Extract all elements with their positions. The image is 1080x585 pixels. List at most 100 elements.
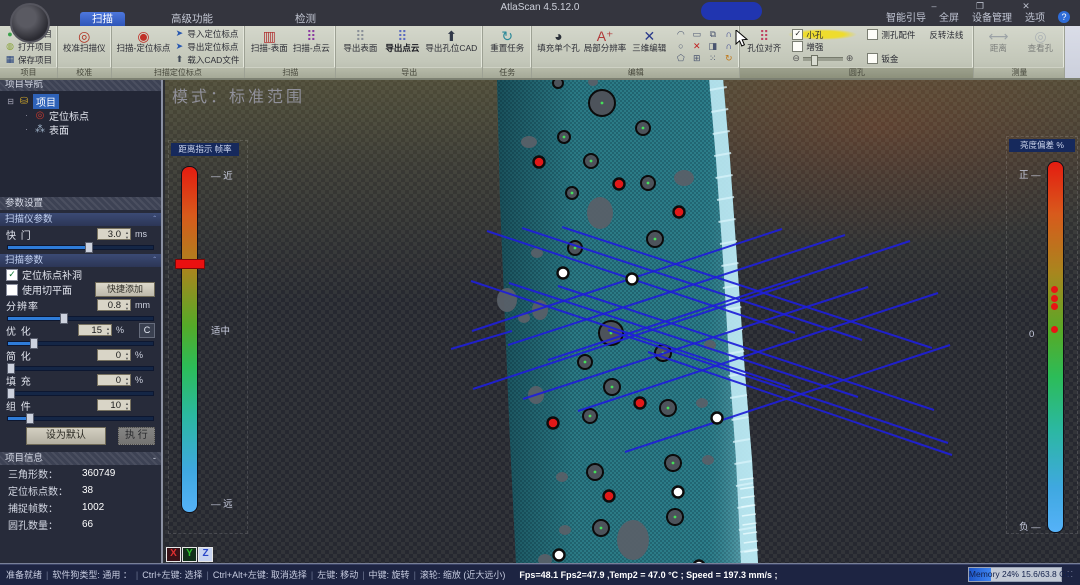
hole-align-button[interactable]: ⠿孔位对齐 — [743, 27, 785, 66]
gauge-label-zero: 0 — [1029, 329, 1034, 340]
dot-select-icon[interactable]: ⁙ — [705, 53, 720, 64]
button-label: 导出定位标点 — [187, 41, 238, 53]
3d-viewport[interactable]: 模式：标准范围 距离指示 帧率 — 近 适中 — 远 亮度偏差 % 正 — 0 … — [165, 78, 1080, 563]
curve-select-icon[interactable]: ◠ — [673, 29, 688, 40]
tab-detection[interactable]: 检测 — [283, 12, 328, 26]
invert-normals-item[interactable]: 反转法线 — [925, 29, 967, 40]
shutter-slider[interactable] — [7, 242, 154, 251]
plus-icon[interactable]: ⊕ — [846, 53, 854, 64]
quick-add-button[interactable]: 快捷添加 — [95, 282, 155, 297]
fill-slider[interactable] — [7, 388, 154, 397]
ellipse-select-icon[interactable]: ○ — [673, 41, 688, 52]
sheet-metal-checkbox[interactable]: 钣金 — [863, 53, 919, 64]
ribbon-group-body: ▥扫描-表面⠿扫描-点云 — [245, 26, 335, 67]
tree-item-label: 表面 — [49, 122, 69, 137]
hole-size-slider[interactable]: ⊖⊕ — [788, 53, 857, 64]
tree-item-project[interactable]: ⊟⛁项目 — [0, 94, 161, 108]
fill-markers-checkbox[interactable]: ✓ 定位标点补洞 — [0, 267, 161, 282]
info-value: 1002 — [82, 502, 104, 513]
info-label: 三角形数： — [8, 466, 82, 481]
checkbox-box — [867, 53, 878, 64]
duplicate-icon[interactable]: ⧉ — [705, 29, 720, 40]
enhance-checkbox[interactable]: 增强 — [788, 41, 857, 52]
axis-x-button[interactable]: X — [166, 547, 181, 562]
slider-thumb[interactable] — [811, 55, 818, 66]
cut-plane-checkbox-row: 使用切平面 快捷添加 — [0, 282, 161, 297]
load-cad-button[interactable]: ⬆载入CAD文件 — [174, 54, 239, 65]
button-label: 校准扫描仪 — [63, 44, 106, 53]
edit-3d-button[interactable]: ✕三维编辑 — [628, 27, 670, 66]
minus-icon[interactable]: ⊖ — [792, 53, 800, 64]
calibrate-scanner-button[interactable]: ◎校准扫描仪 — [61, 27, 108, 66]
shutter-input[interactable]: 3.0 — [97, 228, 131, 240]
fill-input[interactable]: 0 — [97, 374, 131, 386]
local-resolution-button[interactable]: A⁺局部分辨率 — [582, 27, 629, 66]
export-pointcloud-button[interactable]: ⠿导出点云 — [381, 27, 423, 66]
tab-advanced-functions[interactable]: 高级功能 — [159, 12, 225, 26]
status-bar: 准备就绪 | 软件狗类型: 通用 ： | Ctrl+左键: 选择|Ctrl+Al… — [0, 563, 1080, 585]
distance-gauge-bar — [181, 166, 198, 513]
button-label: 载入CAD文件 — [187, 54, 239, 66]
distance-button[interactable]: ⟷距离 — [977, 27, 1019, 66]
import-markers-button[interactable]: ➤导入定位标点 — [174, 28, 239, 39]
optimize-row: 优 化 15 % C — [0, 322, 161, 338]
gauge-label-negative: 负 — — [1019, 519, 1041, 533]
small-hole-checkbox[interactable]: ✓小孔 — [788, 29, 857, 40]
set-default-button[interactable]: 设为默认 — [26, 427, 106, 445]
scan-markers-button[interactable]: ◉扫描-定位标点 — [115, 27, 173, 66]
tree-item-label: 定位标点 — [49, 108, 89, 123]
menu-fullscreen[interactable]: 全屏 — [939, 9, 959, 24]
axis-z-button[interactable]: Z — [198, 547, 213, 562]
tree-item-markers[interactable]: ·◎定位标点 — [0, 108, 161, 122]
hole-probe-checkbox[interactable]: 测孔配件 — [863, 29, 919, 40]
hole-options-col2: 测孔配件钣金 — [860, 27, 922, 66]
export-surface-button[interactable]: ⠿导出表面 — [339, 27, 381, 66]
scan-pointcloud-icon: ⠿ — [306, 28, 316, 44]
tab-scan[interactable]: 扫描 — [80, 12, 125, 26]
menu-smart-guide[interactable]: 智能引导 — [886, 9, 926, 24]
component-slider[interactable] — [7, 413, 154, 422]
export-markers-button[interactable]: ➤导出定位标点 — [174, 41, 239, 52]
simplify-slider[interactable] — [7, 363, 154, 372]
component-input[interactable]: 10 — [97, 399, 131, 411]
fill-single-hole-button[interactable]: ◕填充单个孔 — [535, 27, 582, 66]
scanner-params-section-header[interactable]: 扫描仪参数 ˆ — [0, 213, 161, 226]
slider-track[interactable] — [803, 57, 843, 61]
button-label: 扫描-点云 — [293, 44, 330, 53]
axis-y-button[interactable]: Y — [182, 547, 197, 562]
tree-item-surface[interactable]: ·⁂表面 — [0, 122, 161, 136]
help-icon[interactable]: ? — [1058, 11, 1070, 23]
grid-select-icon[interactable]: ⊞ — [689, 53, 704, 64]
optimize-slider[interactable] — [7, 338, 154, 347]
resolution-unit: mm — [131, 300, 155, 310]
scan-surface-button[interactable]: ▥扫描-表面 — [248, 27, 290, 66]
scan-pointcloud-button[interactable]: ⠿扫描-点云 — [290, 27, 332, 66]
save-project-button[interactable]: ▦保存项目 — [5, 54, 52, 65]
menu-options[interactable]: 选项 — [1025, 9, 1045, 24]
reset-task-button[interactable]: ↻重置任务 — [486, 27, 528, 66]
view-hole-button[interactable]: ◎查看孔 — [1019, 27, 1061, 66]
optimize-reset-button[interactable]: C — [139, 323, 155, 338]
export-holes-cad-button[interactable]: ⬆导出孔位CAD — [423, 27, 479, 66]
checkbox-box[interactable]: ✓ — [6, 269, 18, 281]
info-panel-title: 项目信息 — [5, 452, 43, 465]
checkbox-box[interactable] — [6, 284, 18, 296]
polygon-select-icon[interactable]: ⬠ — [673, 53, 688, 64]
collapse-icon[interactable]: - — [153, 452, 156, 465]
rect-select-icon[interactable]: ▭ — [689, 29, 704, 40]
button-label: 导出点云 — [385, 44, 419, 53]
delete-icon[interactable]: ✕ — [689, 41, 704, 52]
tree-expander-icon[interactable]: ⊟ — [6, 97, 15, 106]
scan-params-section-header[interactable]: 扫描参数 ˆ — [0, 254, 161, 267]
half-select-icon[interactable]: ◨ — [705, 41, 720, 52]
restore-icon[interactable]: ↻ — [721, 53, 736, 64]
run-button[interactable]: 执 行 — [118, 427, 155, 445]
resolution-slider[interactable] — [7, 313, 154, 322]
gauge-label-near: — 近 — [211, 168, 233, 182]
simplify-input[interactable]: 0 — [97, 349, 131, 361]
resolution-input[interactable]: 0.8 — [97, 299, 131, 311]
ribbon-group-label: 扫描 — [245, 67, 335, 78]
info-value: 66 — [82, 519, 93, 530]
menu-device-management[interactable]: 设备管理 — [972, 9, 1012, 24]
optimize-input[interactable]: 15 — [78, 324, 112, 336]
